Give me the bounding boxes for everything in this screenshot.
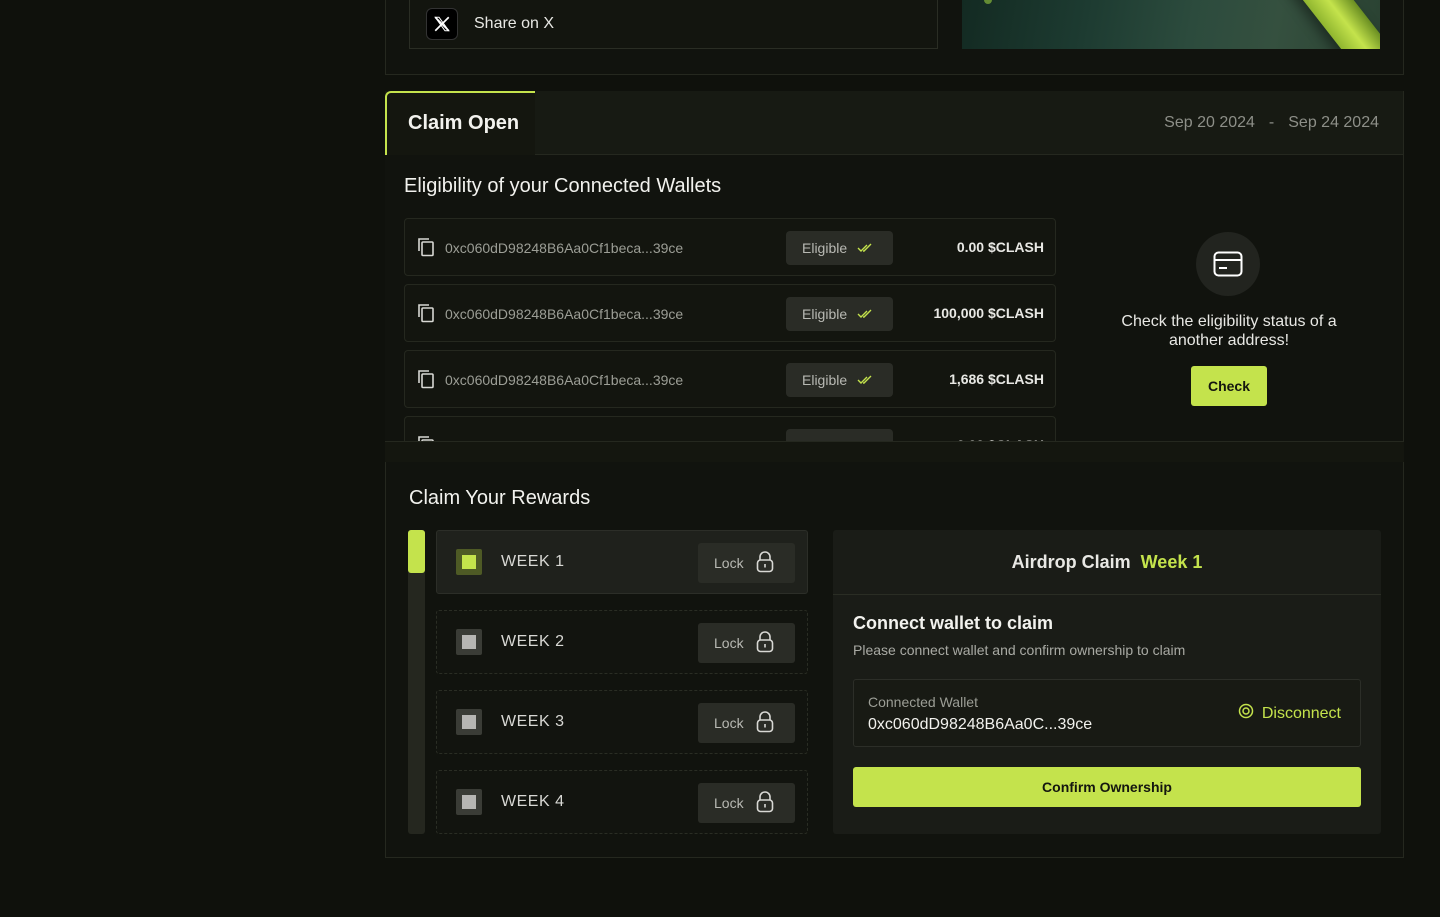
claim-date-separator: - xyxy=(1268,114,1275,131)
wallet-amount: 1,686 $CLASH xyxy=(949,371,1044,387)
week-checkbox[interactable] xyxy=(456,549,482,575)
eligibility-title: Eligibility of your Connected Wallets xyxy=(404,175,722,197)
claim-open-panel: Claim Open Sep 20 2024 - Sep 24 2024 Eli… xyxy=(385,91,1404,441)
lock-label: Lock xyxy=(714,715,744,731)
claim-title: Claim Open xyxy=(408,112,520,134)
double-check-icon xyxy=(857,306,873,322)
lock-icon xyxy=(756,630,774,656)
claim-header: Claim Open Sep 20 2024 - Sep 24 2024 xyxy=(385,91,1403,155)
week-progress-fill xyxy=(408,530,425,573)
eligible-badge: Eligible xyxy=(786,297,893,331)
wallet-row: 0xc060dD98248B6Aa0Cf1beca...39ceEligible… xyxy=(404,416,1056,441)
claim-date-start: Sep 20 2024 xyxy=(1164,114,1255,131)
eligible-label: Eligible xyxy=(802,306,848,322)
week-card-2[interactable]: WEEK 2 Lock xyxy=(436,610,808,674)
rewards-title: Claim Your Rewards xyxy=(409,487,591,509)
x-logo-icon xyxy=(426,8,458,40)
wallet-address: 0xc060dD98248B6Aa0Cf1beca...39ce xyxy=(445,372,684,388)
week-label: WEEK 2 xyxy=(501,633,565,650)
wallet-address: 0xc060dD98248B6Aa0Cf1beca...39ce xyxy=(445,240,684,256)
disconnect-button[interactable]: Disconnect xyxy=(1238,703,1341,724)
connected-wallet-label: Connected Wallet xyxy=(868,694,978,710)
wallet-address: 0xc060dD98248B6Aa0Cf1beca...39ce xyxy=(445,306,684,322)
airdrop-header: Airdrop Claim Week 1 xyxy=(833,530,1381,595)
week-progress-track xyxy=(408,530,425,834)
week-card-1[interactable]: WEEK 1 Lock xyxy=(436,530,808,594)
double-check-icon xyxy=(857,372,873,388)
lock-button[interactable]: Lock xyxy=(698,703,795,743)
airdrop-title: Airdrop Claim xyxy=(1011,551,1131,572)
week-card-3[interactable]: WEEK 3 Lock xyxy=(436,690,808,754)
lock-button[interactable]: Lock xyxy=(698,543,795,583)
week-checkbox[interactable] xyxy=(456,709,482,735)
connect-title: Connect wallet to claim xyxy=(853,613,1054,633)
disconnect-label: Disconnect xyxy=(1261,704,1341,722)
wallet-row: 0xc060dD98248B6Aa0Cf1beca...39ce Eligible… xyxy=(404,284,1056,342)
eligible-label: Eligible xyxy=(802,372,848,388)
week-label: WEEK 1 xyxy=(501,553,565,570)
lock-icon xyxy=(756,790,774,816)
eligible-badge: Eligible xyxy=(786,231,893,265)
airdrop-week: Week 1 xyxy=(1140,551,1203,572)
rewards-panel: Claim Your Rewards WEEK 1 Lock WEEK 2 Lock W… xyxy=(385,462,1404,858)
copy-icon[interactable] xyxy=(417,303,435,323)
claim-date-range: Sep 20 2024 - Sep 24 2024 xyxy=(1164,114,1379,132)
claim-date-end: Sep 24 2024 xyxy=(1288,114,1379,131)
disconnect-icon xyxy=(1238,703,1254,724)
eligible-badge: Eligible xyxy=(786,429,893,441)
wallet-row: 0xc060dD98248B6Aa0Cf1beca...39ce Eligible… xyxy=(404,218,1056,276)
week-label: WEEK 3 xyxy=(501,713,565,730)
share-on-x-button[interactable]: Share on X xyxy=(409,0,938,49)
week-checkbox[interactable] xyxy=(456,629,482,655)
week-label: WEEK 4 xyxy=(501,793,565,810)
hero-image xyxy=(962,0,1380,49)
airdrop-claim-card: Airdrop Claim Week 1 Connect wallet to c… xyxy=(833,530,1381,834)
wallet-amount: 100,000 $CLASH xyxy=(933,305,1044,321)
card-icon xyxy=(1196,232,1260,296)
lock-label: Lock xyxy=(714,795,744,811)
wallet-row: 0xc060dD98248B6Aa0Cf1beca...39ce Eligible… xyxy=(404,350,1056,408)
lock-label: Lock xyxy=(714,635,744,651)
lock-icon xyxy=(756,710,774,736)
lock-button[interactable]: Lock xyxy=(698,783,795,823)
section-divider xyxy=(385,441,1404,463)
week-card-4[interactable]: WEEK 4 Lock xyxy=(436,770,808,834)
connect-subtitle: Please connect wallet and confirm owners… xyxy=(853,642,1186,658)
lock-icon xyxy=(756,550,774,576)
week-checkbox[interactable] xyxy=(456,789,482,815)
connected-wallet-address: 0xc060dD98248B6Aa0C...39ce xyxy=(868,716,1093,733)
lock-button[interactable]: Lock xyxy=(698,623,795,663)
copy-icon[interactable] xyxy=(417,237,435,257)
double-check-icon xyxy=(857,240,873,256)
copy-icon[interactable] xyxy=(417,369,435,389)
lock-label: Lock xyxy=(714,555,744,571)
check-button[interactable]: Check xyxy=(1191,366,1267,406)
wallet-amount: 0.00 $CLASH xyxy=(956,239,1044,255)
check-eligibility-text: Check the eligibility status of a anothe… xyxy=(1121,313,1337,349)
eligible-label: Eligible xyxy=(802,240,848,256)
confirm-ownership-button[interactable]: Confirm Ownership xyxy=(853,767,1361,807)
share-label: Share on X xyxy=(474,15,555,32)
eligible-badge: Eligible xyxy=(786,363,893,397)
connected-wallet-box: Connected Wallet 0xc060dD98248B6Aa0C...3… xyxy=(853,679,1361,747)
